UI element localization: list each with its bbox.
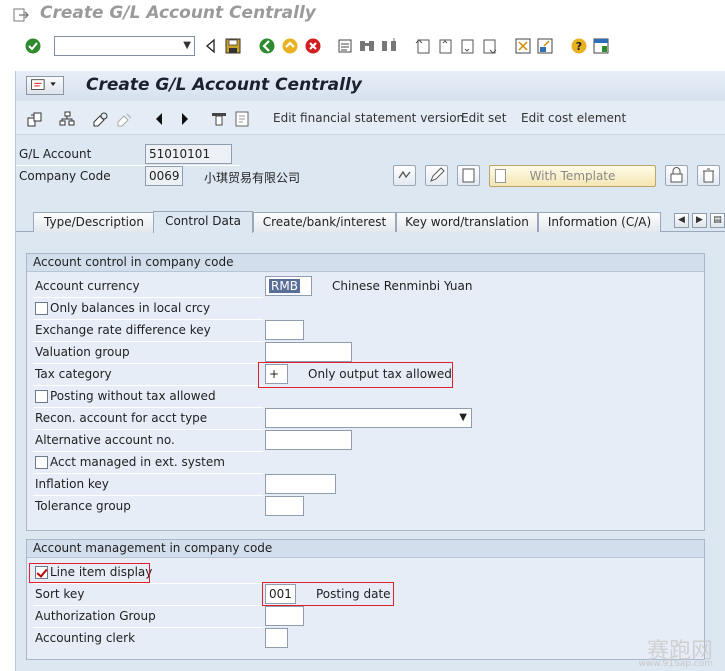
financial-statement-icon[interactable] xyxy=(210,110,228,128)
account-management-title: Account management in company code xyxy=(27,540,704,558)
tab-key-word-translation[interactable]: Key word/translation xyxy=(396,212,538,232)
chevron-down-icon[interactable]: ▼ xyxy=(183,40,191,51)
accounting-clerk-field[interactable] xyxy=(265,628,288,648)
enter-icon[interactable] xyxy=(24,37,42,55)
find-next-icon[interactable] xyxy=(380,37,398,55)
tab-list-icon[interactable]: ▤ xyxy=(710,213,725,228)
with-template-button[interactable]: With Template xyxy=(489,165,656,187)
authorization-group-label: Authorization Group xyxy=(35,609,156,623)
command-field[interactable]: ▼ xyxy=(54,36,195,56)
document-icon xyxy=(495,169,506,183)
previous-page-icon[interactable] xyxy=(436,37,454,55)
alternative-account-field[interactable] xyxy=(265,430,352,450)
next-icon[interactable] xyxy=(176,110,194,128)
chevron-down-icon[interactable]: ▼ xyxy=(459,409,467,427)
only-balances-checkbox[interactable] xyxy=(35,302,48,315)
tax-category-label: Tax category xyxy=(35,367,112,381)
menu-button[interactable] xyxy=(26,76,64,95)
accounting-clerk-label: Accounting clerk xyxy=(35,631,136,645)
tab-control-data[interactable]: Control Data xyxy=(153,211,253,233)
back-icon[interactable] xyxy=(258,37,276,55)
help-icon[interactable]: ? xyxy=(570,37,588,55)
exchange-rate-label: Exchange rate difference key xyxy=(35,323,211,337)
authorization-group-field[interactable] xyxy=(265,606,304,626)
sort-key-label: Sort key xyxy=(35,587,85,601)
triangle-left-icon[interactable] xyxy=(202,37,220,55)
tab-information-ca[interactable]: Information (C/A) xyxy=(538,212,661,232)
with-template-label: With Template xyxy=(529,169,616,183)
edit-cost-element-button[interactable]: Edit cost element xyxy=(521,111,626,125)
exit-icon[interactable] xyxy=(281,37,299,55)
acct-managed-checkbox[interactable] xyxy=(35,456,48,469)
window-title: Create G/L Account Centrally xyxy=(40,3,316,23)
exit-screen-icon[interactable] xyxy=(12,6,30,24)
posting-without-tax-label: Posting without tax allowed xyxy=(50,389,216,403)
scroll-tabs-left-icon[interactable]: ◀ xyxy=(674,213,689,228)
tax-category-highlight xyxy=(258,362,453,388)
recon-account-select[interactable]: ▼ xyxy=(265,408,472,428)
account-currency-text: Chinese Renminbi Yuan xyxy=(332,279,473,293)
recon-account-label: Recon. account for acct type xyxy=(35,411,208,425)
valuation-group-field[interactable] xyxy=(265,342,352,362)
customize-layout-icon[interactable] xyxy=(592,37,610,55)
save-icon[interactable] xyxy=(224,37,242,55)
company-name: 小琪贸易有限公司 xyxy=(204,171,301,185)
sort-key-highlight xyxy=(262,582,394,606)
previous-icon[interactable] xyxy=(150,110,168,128)
new-session-icon[interactable] xyxy=(514,37,532,55)
delete-button[interactable] xyxy=(697,165,720,186)
exchange-rate-field[interactable] xyxy=(265,320,304,340)
company-code-field[interactable]: 0069 xyxy=(145,166,183,186)
shortcut-icon[interactable] xyxy=(536,37,554,55)
inflation-key-label: Inflation key xyxy=(35,477,109,491)
inflation-key-field[interactable] xyxy=(265,474,336,494)
last-page-icon[interactable] xyxy=(480,37,498,55)
tab-type-description[interactable]: Type/Description xyxy=(33,212,155,232)
acct-managed-label: Acct managed in ext. system xyxy=(50,455,225,469)
line-item-display-highlight xyxy=(29,563,150,583)
scroll-tabs-right-icon[interactable]: ▶ xyxy=(692,213,707,228)
divider xyxy=(16,165,240,166)
edit-financial-statement-version-button[interactable]: Edit financial statement version xyxy=(273,111,464,125)
valuation-group-label: Valuation group xyxy=(35,345,130,359)
edit-set-button[interactable]: Edit set xyxy=(461,111,506,125)
lock-button[interactable] xyxy=(665,165,688,186)
next-page-icon[interactable] xyxy=(458,37,476,55)
document-icon[interactable] xyxy=(233,110,251,128)
only-balances-label: Only balances in local crcy xyxy=(50,301,211,315)
print-icon[interactable] xyxy=(336,37,354,55)
posting-without-tax-checkbox[interactable] xyxy=(35,390,48,403)
tolerance-group-field[interactable] xyxy=(265,496,304,516)
display-change-icon[interactable] xyxy=(116,110,134,128)
other-account-icon[interactable] xyxy=(26,110,44,128)
svg-text:?: ? xyxy=(576,40,582,53)
tab-create-bank-interest[interactable]: Create/bank/interest xyxy=(253,212,396,232)
account-currency-value: RMB xyxy=(269,279,300,293)
account-currency-field[interactable]: RMB xyxy=(265,276,312,296)
cancel-icon[interactable] xyxy=(304,37,322,55)
watermark-url: www.91Sap.com xyxy=(638,659,713,669)
account-control-title: Account control in company code xyxy=(27,254,704,272)
gl-account-field[interactable]: 51010101 xyxy=(145,144,232,164)
create-button[interactable] xyxy=(457,165,480,186)
first-page-icon[interactable] xyxy=(414,37,432,55)
hierarchy-icon[interactable] xyxy=(58,110,76,128)
link-button[interactable] xyxy=(393,165,416,186)
gl-account-label: G/L Account xyxy=(19,147,92,161)
edit-button[interactable] xyxy=(425,165,448,186)
change-display-icon[interactable] xyxy=(92,110,110,128)
alternative-account-label: Alternative account no. xyxy=(35,433,175,447)
account-currency-label: Account currency xyxy=(35,279,140,293)
screen-title: Create G/L Account Centrally xyxy=(86,75,362,95)
tolerance-group-label: Tolerance group xyxy=(35,499,131,513)
find-icon[interactable] xyxy=(358,37,376,55)
company-code-label: Company Code xyxy=(19,169,111,183)
